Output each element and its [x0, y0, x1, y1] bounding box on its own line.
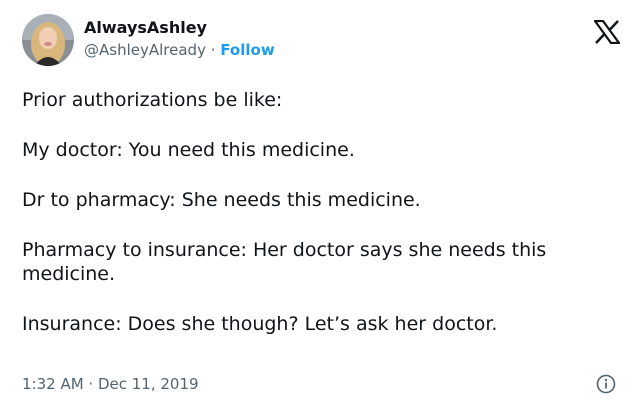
display-name[interactable]: AlwaysAshley [84, 18, 275, 38]
avatar[interactable] [22, 14, 74, 66]
handle-row: @AshleyAlready · Follow [84, 40, 275, 60]
tweet-paragraph: Pharmacy to insurance: Her doctor says s… [22, 239, 547, 285]
follow-button[interactable]: Follow [220, 41, 274, 59]
tweet-paragraph: My doctor: You need this medicine. [22, 139, 355, 161]
tweet-text: Prior authorizations be like: My doctor:… [22, 88, 622, 336]
user-handle[interactable]: @AshleyAlready [84, 41, 206, 59]
tweet-timestamp[interactable]: 1:32 AM · Dec 11, 2019 [22, 374, 199, 394]
info-icon[interactable] [596, 374, 616, 394]
x-logo-icon[interactable] [592, 19, 622, 45]
tweet-paragraph: Dr to pharmacy: She needs this medicine. [22, 189, 421, 211]
avatar-image [22, 14, 74, 66]
separator: · [210, 41, 216, 59]
tweet-paragraph: Insurance: Does she though? Let’s ask he… [22, 313, 498, 335]
user-info: AlwaysAshley @AshleyAlready · Follow [84, 18, 275, 60]
tweet-paragraph: Prior authorizations be like: [22, 89, 283, 111]
tweet-card: AlwaysAshley @AshleyAlready · Follow Pri… [0, 0, 640, 409]
